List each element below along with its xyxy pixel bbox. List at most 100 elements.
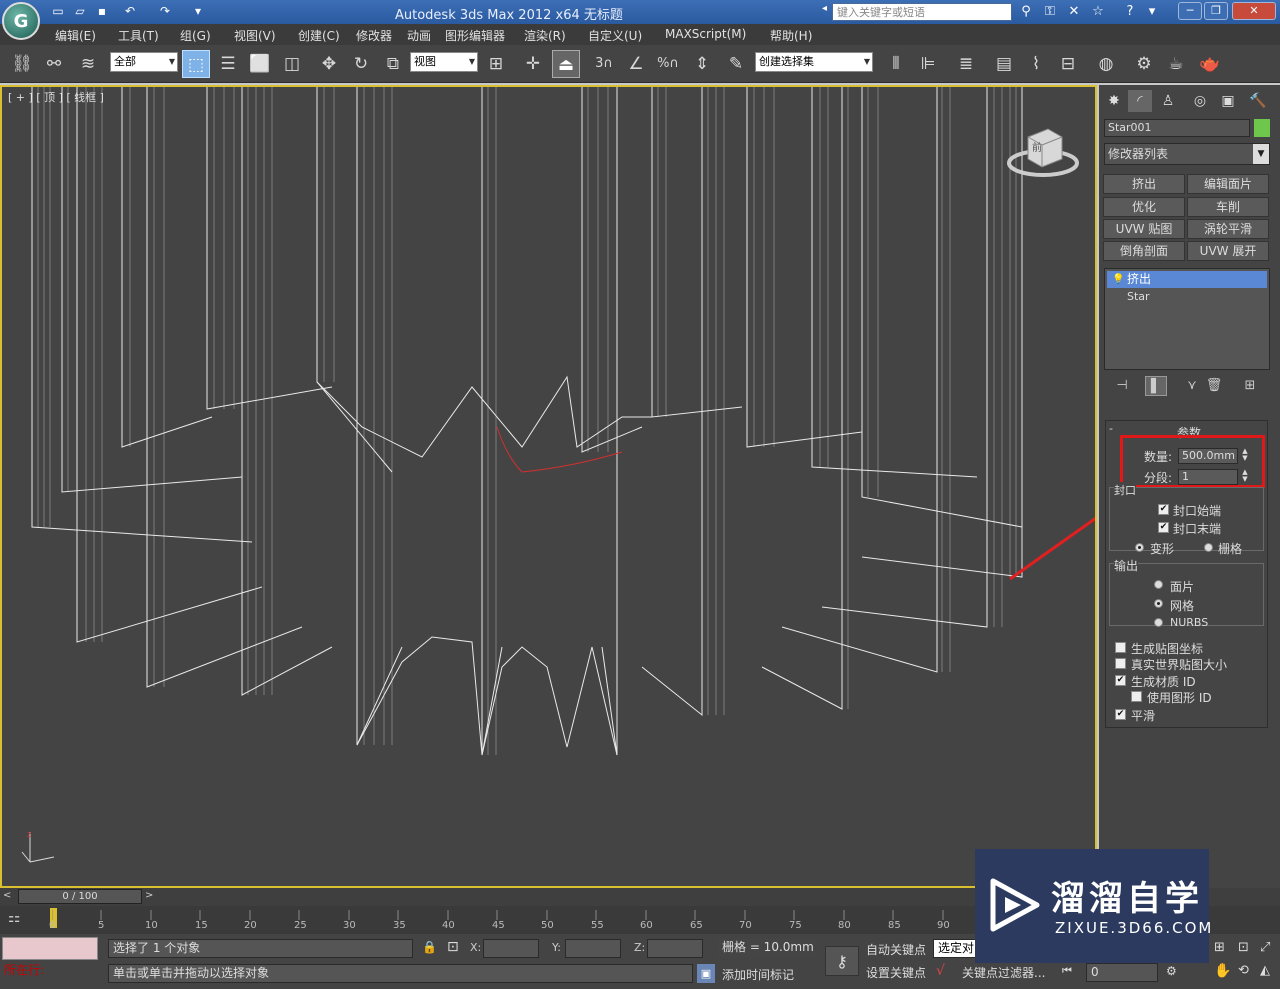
cap-start-checkbox[interactable]: ✔ — [1158, 504, 1169, 515]
x-coord-field[interactable] — [483, 939, 539, 958]
add-time-tag-label[interactable]: 添加时间标记 — [722, 966, 794, 983]
pivot-center-icon[interactable]: ⊞ — [482, 50, 510, 78]
light-bulb-icon[interactable]: 💡 — [1112, 271, 1124, 288]
move-icon[interactable]: ✥ — [315, 50, 343, 78]
viewcube[interactable] — [1006, 123, 1080, 183]
go-to-start-icon[interactable]: ⏮ — [1062, 964, 1072, 978]
menu-edit[interactable]: 编辑(E) — [55, 27, 96, 44]
layer-manager-icon[interactable]: ≣ — [952, 50, 980, 78]
menu-maxscript[interactable]: MAXScript(M) — [665, 27, 746, 41]
rectangular-selection-icon[interactable]: ⬜ — [246, 50, 274, 78]
pan-icon[interactable]: ✋ — [1214, 963, 1231, 979]
spinner-snap-icon[interactable]: ⇕ — [688, 50, 716, 78]
snaps-toggle-icon[interactable]: 3∩ — [590, 50, 618, 78]
favorites-icon[interactable]: ☆ — [1088, 3, 1108, 21]
utilities-tab-icon[interactable]: 🔨 — [1246, 90, 1270, 112]
material-editor-icon[interactable]: ◍ — [1092, 50, 1120, 78]
undo-icon[interactable]: ↶ — [120, 3, 140, 20]
auto-key-button[interactable]: 自动关键点 — [866, 941, 926, 958]
create-tab-icon[interactable]: ✸ — [1102, 90, 1126, 112]
schematic-view-icon[interactable]: ⊟ — [1054, 50, 1082, 78]
current-frame-field[interactable]: 0 — [1086, 963, 1158, 982]
binoculars-icon[interactable]: ⚲ — [1016, 3, 1036, 21]
unlink-icon[interactable]: ⚯ — [40, 50, 68, 78]
time-tag-icon[interactable]: ▣ — [697, 964, 715, 983]
menu-views[interactable]: 视图(V) — [234, 27, 276, 44]
menu-modifiers[interactable]: 修改器 — [356, 27, 392, 44]
rollout-collapse-icon[interactable]: - — [1109, 422, 1113, 435]
field-of-view-icon[interactable]: ◭ — [1260, 963, 1270, 978]
time-config-icon[interactable]: ⚙ — [1166, 964, 1177, 978]
menu-rendering[interactable]: 渲染(R) — [524, 27, 566, 44]
object-color-swatch[interactable] — [1254, 119, 1270, 137]
z-coord-field[interactable] — [647, 939, 703, 958]
window-crossing-icon[interactable]: ◫ — [278, 50, 306, 78]
gen-mat-ids-checkbox[interactable]: ✔ — [1115, 675, 1126, 686]
display-tab-icon[interactable]: ▣ — [1216, 90, 1240, 112]
app-logo-button[interactable]: G — [2, 2, 40, 40]
percent-snap-icon[interactable]: %∩ — [654, 50, 682, 78]
hierarchy-tab-icon[interactable]: ♙ — [1156, 90, 1180, 112]
menu-graph-editors[interactable]: 图形编辑器 — [445, 27, 505, 44]
mod-button-optimize[interactable]: 优化 — [1103, 197, 1185, 217]
set-key-big-icon[interactable]: ⚷ — [825, 946, 859, 976]
mod-button-lathe[interactable]: 车削 — [1187, 197, 1269, 217]
output-patch-radio[interactable] — [1154, 580, 1163, 589]
maximize-viewport-icon[interactable]: ⤢ — [1260, 940, 1270, 955]
modify-tab-icon[interactable]: ◜ — [1128, 90, 1152, 112]
bind-spacewarp-icon[interactable]: ≋ — [74, 50, 102, 78]
render-production-icon[interactable]: 🫖 — [1196, 50, 1224, 78]
time-slider[interactable]: 0 / 100 — [18, 889, 142, 904]
link-icon[interactable]: ⛓ — [8, 50, 36, 78]
save-icon[interactable]: ▪ — [92, 3, 112, 20]
align-icon[interactable]: ⊫ — [914, 50, 942, 78]
object-name-field[interactable]: Star001 — [1104, 119, 1250, 137]
zoom-extents-all-icon[interactable]: ⊡ — [1238, 940, 1249, 955]
zoom-extents-icon[interactable]: ⊞ — [1214, 940, 1225, 955]
output-mesh-radio[interactable] — [1154, 599, 1163, 608]
viewport-top[interactable]: [ + ] [ 顶 ] [ 线框 ] z 前 — [0, 85, 1097, 888]
selection-filter-dropdown[interactable]: 全部 — [110, 52, 178, 72]
rotate-icon[interactable]: ↻ — [347, 50, 375, 78]
rendered-frame-icon[interactable]: ☕ — [1162, 50, 1190, 78]
make-unique-icon[interactable]: ⋎ — [1181, 376, 1203, 396]
segments-spinner-arrows[interactable]: ▲ ▼ — [1240, 469, 1250, 485]
mod-button-uvw-map[interactable]: UVW 贴图 — [1103, 219, 1185, 239]
segments-spinner[interactable]: 1 — [1178, 469, 1238, 485]
gen-mapping-checkbox[interactable] — [1115, 642, 1126, 653]
menu-tools[interactable]: 工具(T) — [118, 27, 159, 44]
render-setup-icon[interactable]: ⚙ — [1130, 50, 1158, 78]
menu-customize[interactable]: 自定义(U) — [588, 27, 642, 44]
curve-editor-mini-icon[interactable]: ⚏ — [8, 910, 21, 926]
open-file-icon[interactable]: ▱ — [70, 3, 90, 20]
scale-icon[interactable]: ⧉ — [379, 50, 407, 78]
use-shape-ids-checkbox[interactable] — [1131, 691, 1142, 702]
close-button[interactable]: ✕ — [1232, 2, 1276, 20]
edit-named-selection-icon[interactable]: ✎ — [722, 50, 750, 78]
select-object-icon[interactable]: ⬚ — [182, 50, 210, 78]
cap-end-checkbox[interactable]: ✔ — [1158, 522, 1169, 533]
minimize-button[interactable]: ─ — [1178, 2, 1202, 20]
smooth-checkbox[interactable]: ✔ — [1115, 709, 1126, 720]
maxscript-listener-mini[interactable] — [2, 937, 98, 960]
subscription-icon[interactable]: ⚿ — [1040, 3, 1060, 21]
named-selection-dropdown[interactable]: 创建选择集 — [755, 52, 873, 72]
mod-button-bevel-profile[interactable]: 倒角剖面 — [1103, 241, 1185, 261]
mod-button-unwrap-uvw[interactable]: UVW 展开 — [1187, 241, 1269, 261]
mod-button-edit-patch[interactable]: 编辑面片 — [1187, 174, 1269, 194]
amount-spinner[interactable]: 500.0mm — [1178, 448, 1238, 464]
real-world-checkbox[interactable] — [1115, 658, 1126, 669]
redo-icon[interactable]: ↷ — [155, 3, 175, 20]
grid-radio[interactable] — [1204, 543, 1213, 552]
graphite-modeling-icon[interactable]: ▤ — [990, 50, 1018, 78]
mod-button-turbosmooth[interactable]: 涡轮平滑 — [1187, 219, 1269, 239]
selection-lock-icon[interactable]: 🔒 — [422, 940, 437, 954]
reference-coordinate-dropdown[interactable]: 视图 — [410, 52, 478, 72]
remove-modifier-icon[interactable]: 🗑 — [1203, 376, 1225, 396]
modifier-list-dropdown[interactable]: 修改器列表 ▼ — [1104, 143, 1270, 165]
select-by-name-icon[interactable]: ☰ — [214, 50, 242, 78]
menu-help[interactable]: 帮助(H) — [770, 27, 812, 44]
quick-access-dropdown-icon[interactable]: ▾ — [188, 3, 208, 20]
motion-tab-icon[interactable]: ◎ — [1188, 90, 1212, 112]
stack-item-star[interactable]: Star — [1127, 290, 1150, 303]
